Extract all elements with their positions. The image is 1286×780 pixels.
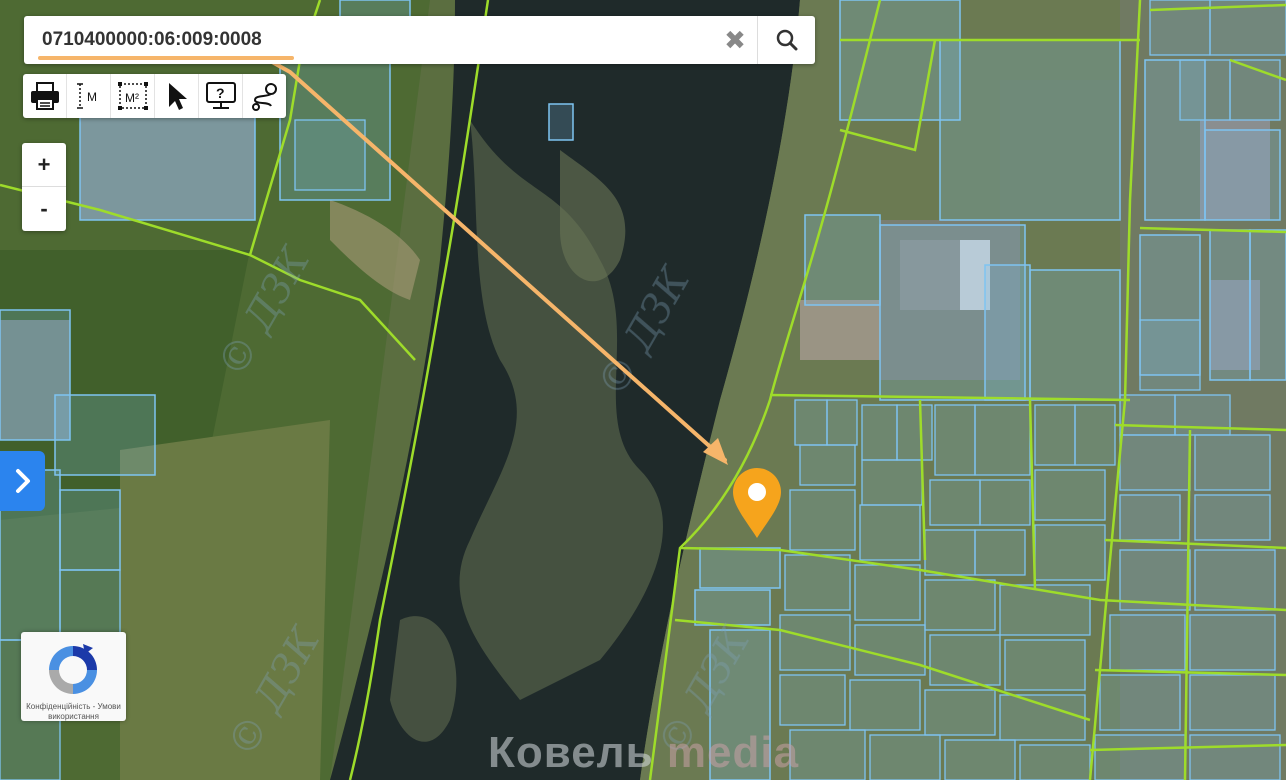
select-pointer-icon: [168, 83, 187, 110]
select-pointer-button[interactable]: [155, 74, 199, 118]
measure-area-button[interactable]: M²: [111, 74, 155, 118]
clear-search-button[interactable]: ✖: [714, 16, 756, 64]
recaptcha-logo-icon: [49, 644, 97, 694]
measure-distance-icon: M: [76, 83, 97, 109]
close-icon: ✖: [724, 24, 746, 55]
site-watermark: Ковель media: [488, 728, 799, 778]
side-panel-toggle[interactable]: [0, 451, 45, 511]
map-toolbar: M M² ?: [23, 74, 286, 118]
chevron-right-icon: [15, 469, 30, 493]
print-icon: [30, 82, 59, 110]
svg-text:?: ?: [216, 85, 225, 101]
print-button[interactable]: [23, 74, 67, 118]
search-highlight-underline: [38, 56, 294, 60]
recaptcha-privacy-terms[interactable]: Конфіденційність - Умови використання: [23, 702, 124, 722]
search-icon: [776, 29, 798, 51]
measure-distance-button[interactable]: M: [67, 74, 111, 118]
watermark-brand: media: [666, 728, 800, 777]
identify-button[interactable]: ?: [199, 74, 243, 118]
zoom-out-button[interactable]: -: [22, 187, 66, 230]
route-icon: [251, 83, 277, 111]
svg-text:M²: M²: [125, 91, 139, 105]
measure-area-icon: M²: [117, 82, 148, 110]
search-button[interactable]: [757, 16, 816, 64]
svg-text:M: M: [87, 90, 97, 104]
zoom-control: + -: [22, 143, 66, 231]
search-bar: ✖: [24, 16, 815, 64]
identify-help-icon: ?: [205, 82, 236, 109]
route-button[interactable]: [243, 74, 286, 118]
recaptcha-badge[interactable]: Конфіденційність - Умови використання: [21, 632, 126, 721]
zoom-in-button[interactable]: +: [22, 143, 66, 187]
watermark-city: Ковель: [488, 728, 654, 777]
